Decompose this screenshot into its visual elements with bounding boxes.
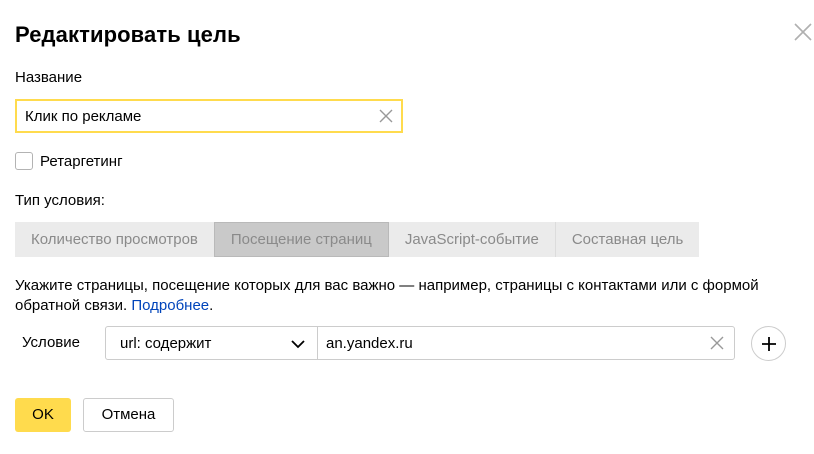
hint-suffix: . <box>209 297 214 314</box>
condition-operator-select[interactable]: url: содержит <box>105 326 318 360</box>
condition-type-label: Тип условия: <box>15 192 105 209</box>
retargeting-checkbox[interactable] <box>15 152 33 170</box>
clear-icon[interactable] <box>710 336 724 350</box>
dialog-title: Редактировать цель <box>15 22 241 47</box>
name-input[interactable] <box>17 101 372 131</box>
chevron-down-icon <box>290 337 306 351</box>
retargeting-option[interactable]: Ретаргетинг <box>15 152 123 170</box>
condition-type-tabs: Количество просмотров Посещение страниц … <box>15 222 700 257</box>
retargeting-label: Ретаргетинг <box>40 152 123 170</box>
condition-value-field[interactable] <box>317 326 735 360</box>
add-condition-button[interactable] <box>751 326 786 361</box>
close-icon[interactable] <box>793 22 813 42</box>
hint-body: Укажите страницы, посещение которых для … <box>15 277 759 314</box>
ok-button[interactable]: OK <box>15 398 71 432</box>
clear-icon[interactable] <box>379 109 393 123</box>
hint-text: Укажите страницы, посещение которых для … <box>15 276 813 316</box>
tab-page-views[interactable]: Количество просмотров <box>15 222 214 257</box>
condition-operator-value: url: содержит <box>120 335 212 352</box>
tab-composite-goal[interactable]: Составная цель <box>555 222 700 257</box>
tab-javascript-event[interactable]: JavaScript-событие <box>388 222 555 257</box>
condition-value-input[interactable] <box>318 327 698 359</box>
condition-label: Условие <box>22 334 80 351</box>
name-field[interactable] <box>15 99 403 133</box>
more-link[interactable]: Подробнее <box>131 297 209 314</box>
plus-icon <box>762 337 776 351</box>
tab-page-visits[interactable]: Посещение страниц <box>213 222 389 257</box>
name-label: Название <box>15 69 83 86</box>
cancel-button[interactable]: Отмена <box>83 398 174 432</box>
